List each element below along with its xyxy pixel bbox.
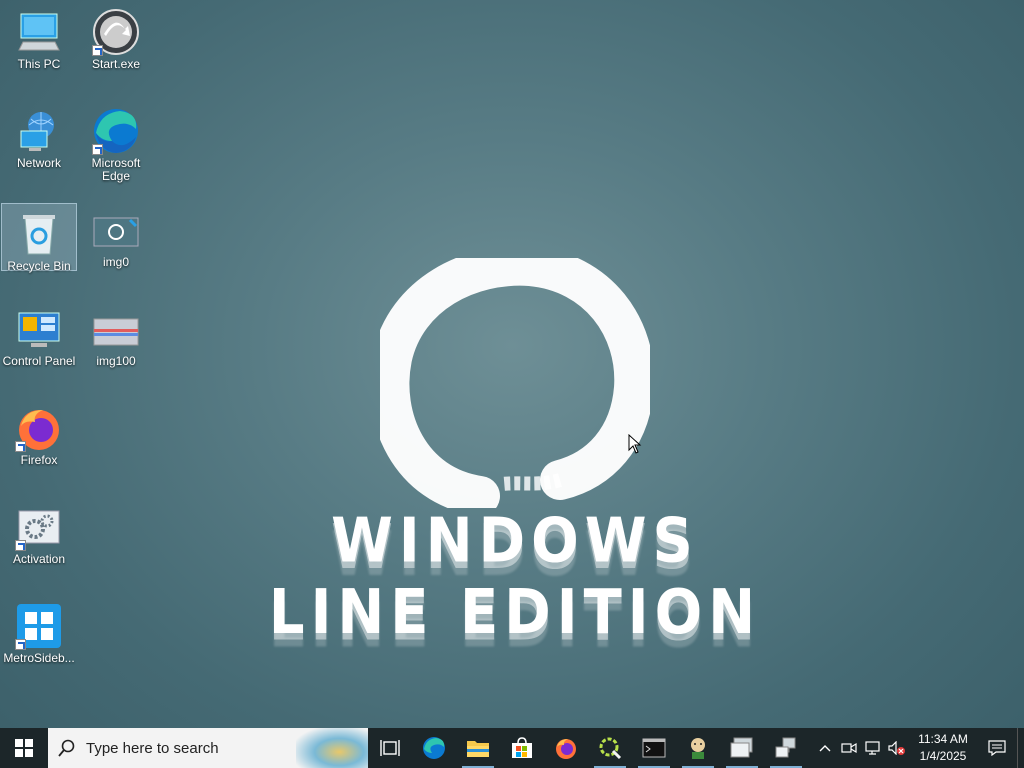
- search-placeholder: Type here to search: [86, 739, 219, 757]
- search-icon: [58, 739, 75, 757]
- show-hidden-icons-button[interactable]: [813, 728, 837, 768]
- tray-meet-now[interactable]: [837, 728, 861, 768]
- show-desktop-button[interactable]: [1017, 728, 1024, 768]
- windows-logo-icon: [15, 739, 33, 757]
- desktop-icon-img0[interactable]: img0: [78, 200, 154, 269]
- desktop-icon-label: Recycle Bin: [7, 259, 71, 273]
- taskbar: Type here to search 11:34 AM 1/4/2025: [0, 728, 1024, 768]
- firefox-icon: [556, 739, 576, 759]
- shortcut-arrow-icon: [92, 45, 103, 56]
- clock-time: 11:34 AM: [918, 732, 968, 746]
- tray-network[interactable]: [861, 728, 885, 768]
- video-camera-icon: [841, 742, 857, 754]
- taskbar-store[interactable]: [500, 728, 544, 768]
- firefox-icon: [15, 404, 63, 452]
- taskbar-search-box[interactable]: Type here to search: [48, 728, 368, 768]
- edge-icon: [423, 737, 445, 759]
- wallpaper-enso-circle: [380, 258, 650, 508]
- start-button[interactable]: [0, 728, 48, 768]
- taskbar-network-app[interactable]: [764, 728, 808, 768]
- tool-app-icon: [599, 737, 622, 760]
- desktop-icon-metrosidebar[interactable]: MetroSideb...: [1, 596, 77, 665]
- taskbar-terminal[interactable]: [632, 728, 676, 768]
- this-pc-icon: [15, 8, 63, 56]
- desktop-icon-label: Firefox: [20, 453, 58, 467]
- edge-icon: [92, 107, 140, 155]
- task-view-icon: [380, 740, 400, 756]
- action-center-button[interactable]: [977, 728, 1017, 768]
- tray-volume[interactable]: [885, 728, 909, 768]
- desktop-icon-label: Control Panel: [2, 354, 76, 368]
- store-icon: [512, 737, 532, 758]
- avatar-app-icon: [691, 738, 705, 759]
- desktop-icon-activation[interactable]: Activation: [1, 497, 77, 566]
- desktop-icon-microsoft-edge[interactable]: Microsoft Edge: [78, 101, 154, 187]
- terminal-icon: [642, 738, 666, 758]
- notification-icon: [988, 740, 1006, 756]
- desktop-icon-firefox[interactable]: Firefox: [1, 398, 77, 467]
- chevron-up-icon: [819, 745, 831, 752]
- desktop-icon-label: MetroSideb...: [3, 651, 75, 665]
- task-view-button[interactable]: [368, 728, 412, 768]
- image-file-icon: [92, 305, 140, 353]
- shortcut-arrow-icon: [15, 540, 26, 551]
- wallpaper-brand-text: WINDOWS LINE EDITION: [268, 505, 762, 649]
- activation-gear-icon: [15, 503, 63, 551]
- desktop-icon-start-exe[interactable]: Start.exe: [78, 2, 154, 71]
- network-app-icon: [775, 737, 796, 758]
- desktop-icon-label: Microsoft Edge: [91, 156, 141, 183]
- tray-clock[interactable]: 11:34 AM 1/4/2025: [915, 731, 971, 765]
- shortcut-arrow-icon: [15, 639, 26, 650]
- recycle-bin-icon: [15, 210, 63, 258]
- desktop-icon-label: img100: [96, 354, 136, 368]
- taskbar-edge[interactable]: [412, 728, 456, 768]
- desktop-icon-control-panel[interactable]: Control Panel: [1, 299, 77, 368]
- volume-muted-icon: [888, 741, 905, 755]
- shortcut-arrow-icon: [92, 144, 103, 155]
- desktop[interactable]: This PC Start.exe Network Microsoft Edge…: [0, 0, 1024, 728]
- desktop-icon-recycle-bin[interactable]: Recycle Bin: [1, 203, 77, 273]
- taskbar-firefox[interactable]: [544, 728, 588, 768]
- network-icon: [15, 107, 63, 155]
- desktop-icon-label: This PC: [17, 57, 61, 71]
- network-status-icon: [865, 741, 880, 755]
- desktop-icon-img100[interactable]: img100: [78, 299, 154, 368]
- taskbar-window-app[interactable]: [720, 728, 764, 768]
- metro-windows-icon: [15, 602, 63, 650]
- start-exe-icon: [92, 8, 140, 56]
- taskbar-avatar-app[interactable]: [676, 728, 720, 768]
- control-panel-icon: [15, 305, 63, 353]
- mouse-cursor-icon: [628, 434, 642, 454]
- taskbar-tool-app[interactable]: [588, 728, 632, 768]
- desktop-icon-network[interactable]: Network: [1, 101, 77, 170]
- desktop-icon-label: img0: [102, 255, 129, 269]
- system-tray: 11:34 AM 1/4/2025: [813, 728, 1024, 768]
- shortcut-arrow-icon: [15, 441, 26, 452]
- clock-date: 1/4/2025: [919, 749, 967, 763]
- desktop-icon-label: Activation: [12, 552, 66, 566]
- desktop-icon-label: Start.exe: [91, 57, 141, 71]
- file-explorer-icon: [467, 741, 489, 757]
- desktop-icon-label: Network: [16, 156, 61, 170]
- window-app-icon: [730, 737, 753, 758]
- desktop-icon-this-pc[interactable]: This PC: [1, 2, 77, 71]
- image-file-icon: [92, 206, 140, 254]
- search-highlight-art: [296, 728, 368, 768]
- taskbar-file-explorer[interactable]: [456, 728, 500, 768]
